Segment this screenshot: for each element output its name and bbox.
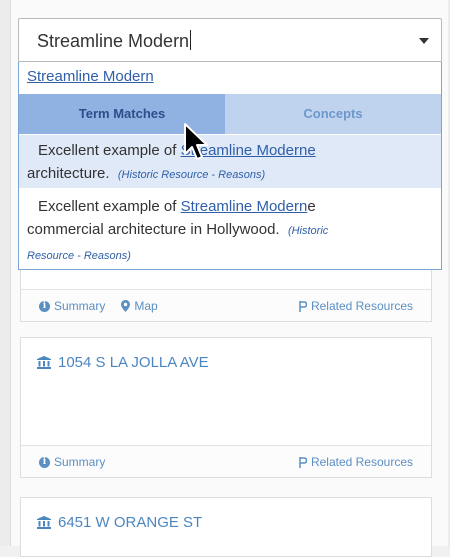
option-text: architecture.	[27, 165, 110, 182]
result-card: 6451 W ORANGE ST	[20, 497, 432, 557]
option-context: (Historic	[287, 225, 329, 237]
summary-link[interactable]: Summary	[54, 299, 105, 313]
text-caret	[190, 30, 192, 50]
top-match-option[interactable]: Streamline Modern	[27, 68, 154, 85]
option-text: commercial architecture in Hollywood.	[27, 221, 280, 238]
dropdown-tabs: Term Matches Concepts	[19, 94, 441, 134]
related-resources-icon	[299, 300, 307, 312]
term-match-option[interactable]: Excellent example of Streamline Moderne …	[19, 135, 441, 188]
card-title: 6451 W ORANGE ST	[58, 514, 203, 531]
card-footer: i Summary Map Related Resources	[21, 289, 431, 321]
card-footer: i Summary Related Resources	[21, 445, 431, 477]
related-resources-icon	[299, 456, 307, 468]
result-card: 1054 S LA JOLLA AVE i Summary Related Re…	[20, 337, 432, 478]
related-resources-link[interactable]: Related Resources	[311, 455, 413, 469]
related-resources-link[interactable]: Related Resources	[311, 299, 413, 313]
map-pin-icon	[121, 300, 131, 312]
institution-icon	[37, 356, 51, 369]
option-context: (Historic Resource - Reasons)	[117, 169, 266, 181]
option-match-suffix: e	[307, 142, 316, 159]
institution-icon	[37, 516, 51, 529]
search-combobox[interactable]: Streamline Modern	[18, 18, 442, 62]
map-link[interactable]: Map	[134, 299, 157, 313]
info-icon: i	[39, 456, 50, 468]
search-input[interactable]: Streamline Modern	[37, 30, 192, 52]
option-prefix: Excellent example of	[38, 142, 181, 159]
card-title-link[interactable]: 1054 S LA JOLLA AVE	[37, 354, 209, 371]
summary-link[interactable]: Summary	[54, 455, 105, 469]
tab-concepts[interactable]: Concepts	[225, 94, 441, 134]
chevron-down-icon[interactable]	[419, 38, 429, 44]
search-input-value: Streamline Modern	[37, 31, 190, 51]
option-match-suffix: e	[307, 198, 316, 215]
card-title-link[interactable]: 6451 W ORANGE ST	[37, 514, 202, 531]
option-match: Streamline Modern	[180, 198, 308, 215]
mouse-pointer-icon	[184, 123, 208, 160]
option-prefix: Excellent example of	[38, 198, 181, 215]
option-context: Resource - Reasons)	[27, 250, 131, 262]
search-dropdown: Streamline Modern Term Matches Concepts …	[18, 62, 442, 270]
card-title: 1054 S LA JOLLA AVE	[58, 354, 209, 371]
term-match-option[interactable]: Excellent example of Streamline Moderne …	[19, 191, 441, 267]
info-icon: i	[39, 300, 50, 312]
